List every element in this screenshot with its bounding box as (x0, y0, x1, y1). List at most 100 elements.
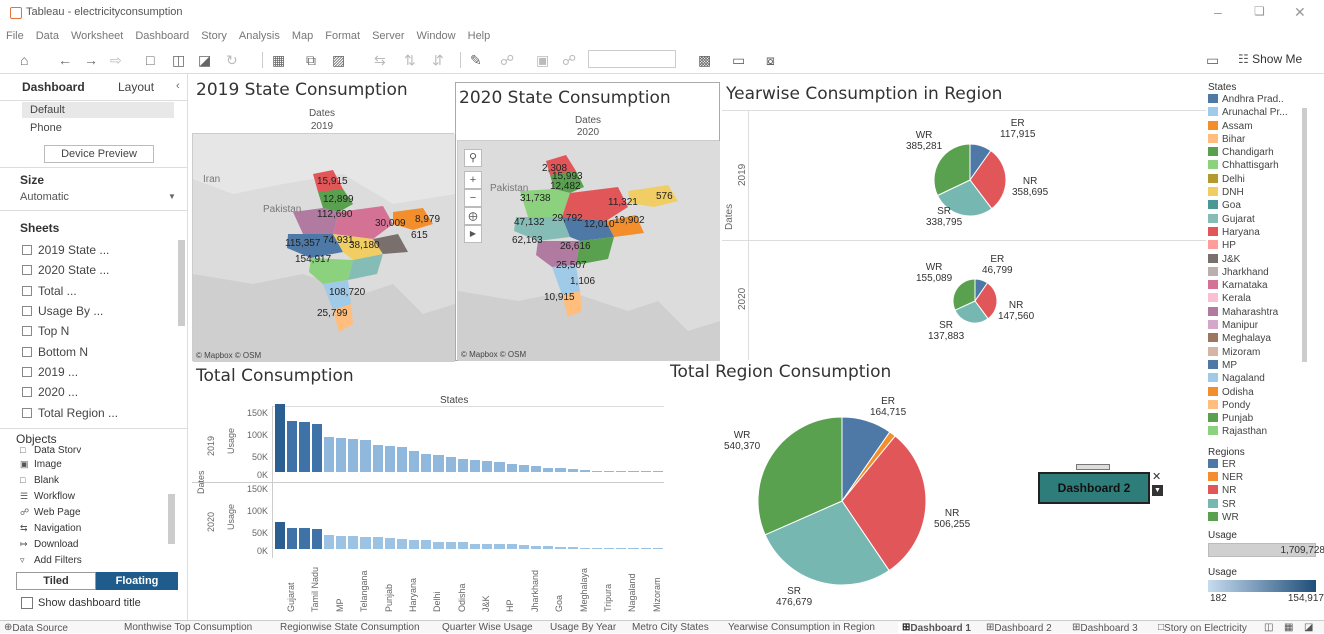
usage-2019-bar[interactable] (653, 471, 663, 472)
dashboard-2-button[interactable]: Dashboard 2 (1038, 472, 1150, 504)
usage-2020-bar[interactable] (397, 539, 407, 549)
usage-2020-bar[interactable] (324, 535, 334, 549)
sheet-item[interactable]: Total ... (22, 284, 77, 298)
regions-legend-item[interactable]: WR (1208, 511, 1324, 524)
home-icon[interactable]: ⌂ (20, 52, 28, 68)
device-default[interactable]: Default (22, 102, 174, 118)
sheet-item[interactable]: Bottom N (22, 345, 88, 359)
usage-2019-bar[interactable] (287, 421, 297, 472)
objects-scrollbar[interactable] (168, 494, 175, 544)
object-add-filters[interactable]: ▿Add Filters (20, 555, 82, 566)
object-navigation[interactable]: ⇆Navigation (20, 523, 81, 534)
states-legend-item[interactable]: Nagaland (1208, 372, 1324, 385)
tab-sheet[interactable]: Usage By Year (550, 622, 616, 633)
usage-2019-bar[interactable] (385, 446, 395, 472)
object-web-page[interactable]: ☍Web Page (20, 507, 81, 518)
regions-legend-item[interactable]: NER (1208, 471, 1324, 484)
usage-2019-bar[interactable] (433, 455, 443, 472)
usage-2019-bar[interactable] (592, 471, 602, 472)
usage-2019-bar[interactable] (628, 471, 638, 472)
menu-server[interactable]: Server (372, 26, 404, 46)
share-icon[interactable]: ⧇ (766, 52, 775, 69)
tab-dashboard-1[interactable]: ⊞ Dashboard 1 (898, 622, 914, 633)
size-dropdown[interactable]: Automatic (20, 191, 69, 203)
sheet-item[interactable]: Top N (22, 324, 69, 338)
maximize-icon[interactable]: ❏ (1254, 4, 1265, 18)
states-legend-item[interactable]: Odisha (1208, 386, 1324, 399)
menu-file[interactable]: File (6, 26, 24, 46)
usage-2020-bar[interactable] (568, 547, 578, 549)
usage-2020-bar[interactable] (287, 528, 297, 549)
sheet-item[interactable]: 2019 ... (22, 365, 78, 379)
new-story-tab-icon[interactable]: ◪ (1304, 622, 1313, 633)
presentation-icon[interactable]: ▭ (732, 52, 745, 69)
menu-format[interactable]: Format (325, 26, 360, 46)
fit-dropdown[interactable] (588, 50, 676, 68)
minimize-icon[interactable]: – (1214, 4, 1222, 20)
menu-data[interactable]: Data (36, 26, 59, 46)
usage-2019-bar[interactable] (299, 422, 309, 472)
usage-2019-bar[interactable] (446, 457, 456, 472)
usage-2019-bar[interactable] (507, 464, 517, 472)
states-legend-item[interactable]: Rajasthan (1208, 425, 1324, 438)
duplicate-icon[interactable]: ⧉ (306, 52, 316, 69)
new-sheet-icon[interactable]: ◪ (198, 52, 211, 69)
usage-2020-bar[interactable] (336, 536, 346, 549)
usage-2020-bar[interactable] (385, 538, 395, 549)
usage-2019-bar[interactable] (494, 462, 504, 472)
states-legend-item[interactable]: Andhra Prad.. (1208, 93, 1324, 106)
usage-2020-bar[interactable] (555, 547, 565, 549)
usage-2020-bar[interactable] (348, 536, 358, 549)
tiled-button[interactable]: Tiled (16, 572, 96, 590)
states-legend-item[interactable]: Pondy (1208, 399, 1324, 412)
chevron-down-icon[interactable]: ▼ (168, 192, 176, 201)
sheet-item[interactable]: Total Region ... (22, 406, 118, 420)
tab-dashboard[interactable]: Dashboard (22, 80, 85, 94)
tab-dashboard-3[interactable]: ⊞ Dashboard 3 (1072, 622, 1080, 633)
floating-button[interactable]: Floating (96, 572, 178, 590)
tab-sheet[interactable]: Metro City States (632, 622, 709, 633)
usage-2019-bar[interactable] (324, 437, 334, 472)
region-pie[interactable] (750, 416, 930, 586)
pin-icon[interactable]: ☍ (562, 52, 576, 69)
usage-2019-bar[interactable] (616, 471, 626, 472)
usage-2020-bar[interactable] (494, 544, 504, 549)
legend-scrollbar[interactable] (1302, 108, 1307, 362)
show-cards-icon[interactable]: ▩ (698, 52, 711, 69)
usage-2019-bar[interactable] (482, 461, 492, 472)
tab-sheet[interactable]: Regionwise State Consumption (280, 622, 420, 633)
usage-2019-bar[interactable] (348, 439, 358, 472)
sheet-item[interactable]: 2020 State ... (22, 263, 109, 277)
usage-2020-bar[interactable] (628, 548, 638, 549)
usage-2020-bar[interactable] (360, 537, 370, 549)
usage-2019-bar[interactable] (275, 404, 285, 472)
new-sheet-tab-icon[interactable]: ◫ (1264, 622, 1273, 633)
object-image[interactable]: ▣Image (20, 459, 62, 470)
usage-2019-bar[interactable] (373, 445, 383, 472)
usage-2020-bar[interactable] (433, 542, 443, 549)
usage-2019-bar[interactable] (543, 468, 553, 472)
usage-2020-bar[interactable] (482, 544, 492, 549)
back-icon[interactable]: ← (58, 52, 72, 68)
usage-2020-bar[interactable] (531, 546, 541, 549)
usage-2019-bar[interactable] (312, 424, 322, 472)
usage-2019-bar[interactable] (604, 471, 614, 472)
forward-icon[interactable]: → (84, 52, 98, 68)
usage-2020-bar[interactable] (653, 548, 663, 549)
menu-dashboard[interactable]: Dashboard (135, 26, 189, 46)
sheet-item[interactable]: Usage By ... (22, 304, 103, 318)
refresh-icon[interactable]: ↻ (226, 52, 238, 69)
object-blank[interactable]: □Blank (20, 475, 59, 486)
map-2020[interactable]: ⚲ + − ⨁ ▶ Pakistan 2,308 15,993 12,482 3… (457, 140, 719, 360)
menu-worksheet[interactable]: Worksheet (71, 26, 123, 46)
device-preview-button[interactable]: Device Preview (44, 145, 154, 163)
regions-legend-item[interactable]: SR (1208, 498, 1324, 511)
menu-analysis[interactable]: Analysis (239, 26, 280, 46)
usage-2019-bar[interactable] (641, 471, 651, 472)
usage-2020-bar[interactable] (373, 537, 383, 549)
sheets-scrollbar[interactable] (178, 240, 185, 326)
usage-2019-bar[interactable] (397, 447, 407, 472)
new-worksheet-icon[interactable]: ▦ (272, 52, 285, 69)
usage-2020-bar[interactable] (421, 540, 431, 549)
usage-2019-bar[interactable] (519, 465, 529, 472)
